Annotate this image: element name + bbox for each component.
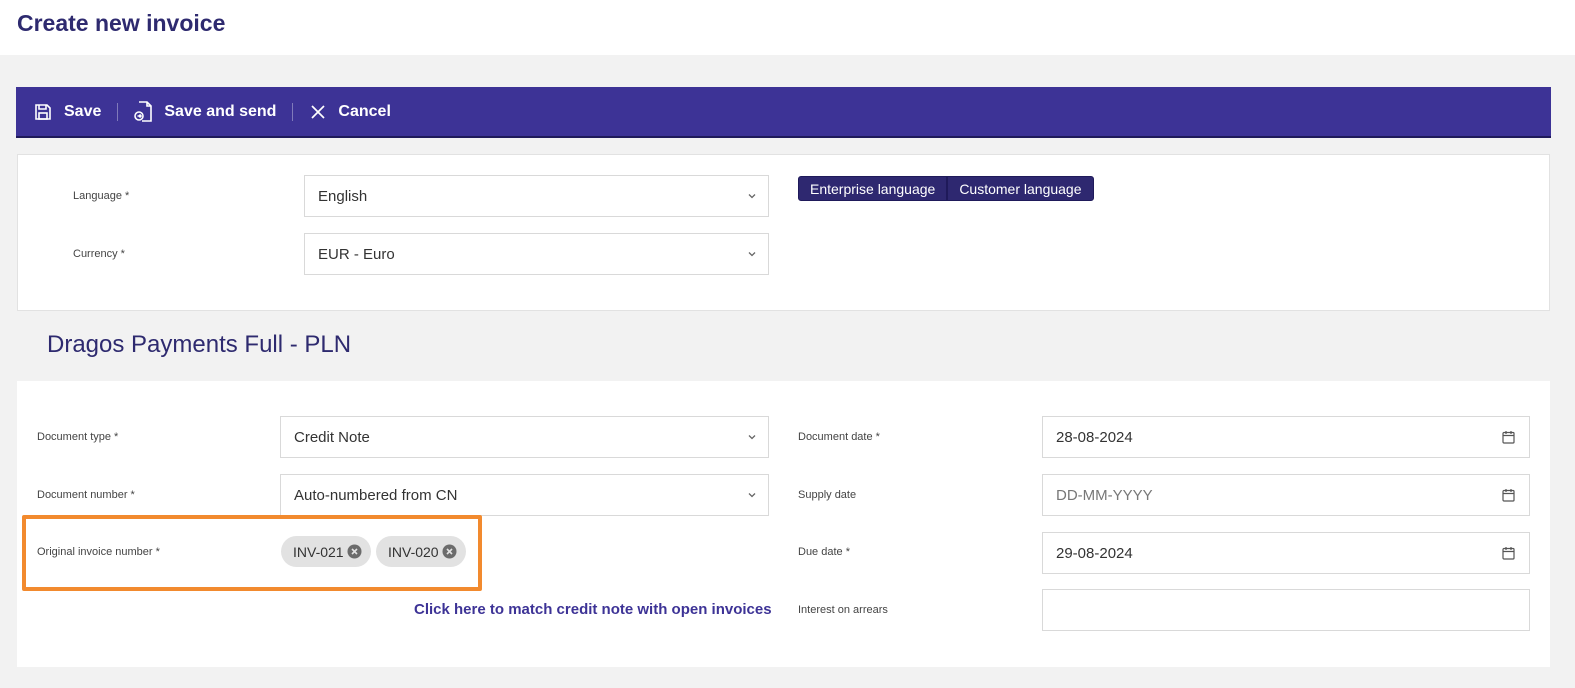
supply-date-label: Supply date — [798, 489, 857, 501]
cancel-button-label: Cancel — [338, 102, 391, 120]
remove-circle-icon[interactable] — [442, 544, 457, 559]
save-button-label: Save — [64, 102, 102, 120]
due-date-label: Due date * — [798, 546, 850, 558]
chevron-down-icon — [748, 435, 756, 440]
due-date-value: 29-08-2024 — [1056, 544, 1133, 562]
save-button[interactable]: Save — [34, 87, 101, 136]
cancel-button[interactable]: Cancel — [311, 87, 391, 136]
interest-on-arrears-input[interactable] — [1042, 589, 1530, 631]
language-source-toggle: Enterprise language Customer language — [798, 176, 1094, 201]
page-title: Create new invoice — [17, 10, 226, 36]
calendar-icon[interactable] — [1502, 546, 1515, 560]
save-and-send-button-label: Save and send — [164, 102, 277, 120]
original-invoice-label: Original invoice number * — [37, 546, 160, 558]
document-date-value: 28-08-2024 — [1056, 428, 1133, 446]
invoice-chip-label: INV-020 — [388, 543, 439, 560]
customer-language-button[interactable]: Customer language — [947, 176, 1094, 201]
close-icon — [311, 104, 326, 119]
toolbar-divider — [292, 102, 294, 121]
page-header: Create new invoice — [0, 0, 1575, 55]
document-type-label: Document type * — [37, 431, 119, 443]
action-toolbar: Save Save and send Cancel — [16, 87, 1551, 138]
calendar-icon[interactable] — [1502, 430, 1515, 444]
document-number-label: Document number * — [37, 489, 135, 501]
currency-select[interactable]: EUR - Euro — [304, 233, 769, 275]
document-number-select[interactable]: Auto-numbered from CN — [280, 474, 769, 516]
language-select-value: English — [318, 187, 368, 205]
currency-label: Currency * — [73, 248, 125, 260]
section-title: Dragos Payments Full - PLN — [47, 331, 352, 358]
supply-date-field[interactable]: DD-MM-YYYY — [1042, 474, 1530, 516]
document-type-value: Credit Note — [294, 428, 370, 446]
document-send-icon — [134, 100, 153, 122]
document-type-select[interactable]: Credit Note — [280, 416, 769, 458]
document-date-label: Document date * — [798, 431, 880, 443]
supply-date-placeholder: DD-MM-YYYY — [1056, 486, 1153, 504]
save-and-send-button[interactable]: Save and send — [133, 87, 276, 136]
due-date-field[interactable]: 29-08-2024 — [1042, 532, 1530, 574]
document-number-value: Auto-numbered from CN — [294, 486, 458, 504]
chevron-down-icon — [748, 252, 756, 257]
chevron-down-icon — [748, 194, 756, 199]
enterprise-language-button[interactable]: Enterprise language — [798, 176, 948, 201]
currency-select-value: EUR - Euro — [318, 245, 395, 263]
calendar-icon[interactable] — [1502, 488, 1515, 502]
match-credit-note-link[interactable]: Click here to match credit note with ope… — [414, 601, 772, 618]
invoice-chip-label: INV-021 — [293, 543, 344, 560]
save-icon — [35, 103, 51, 120]
document-date-field[interactable]: 28-08-2024 — [1042, 416, 1530, 458]
invoice-chip: INV-021 — [281, 536, 371, 567]
language-label: Language * — [73, 190, 130, 202]
chevron-down-icon — [748, 493, 756, 498]
remove-circle-icon[interactable] — [347, 544, 362, 559]
invoice-chip: INV-020 — [376, 536, 466, 567]
interest-on-arrears-label: Interest on arrears — [798, 604, 888, 616]
toolbar-divider — [117, 102, 119, 121]
language-currency-card — [17, 154, 1550, 311]
language-select[interactable]: English — [304, 175, 769, 217]
